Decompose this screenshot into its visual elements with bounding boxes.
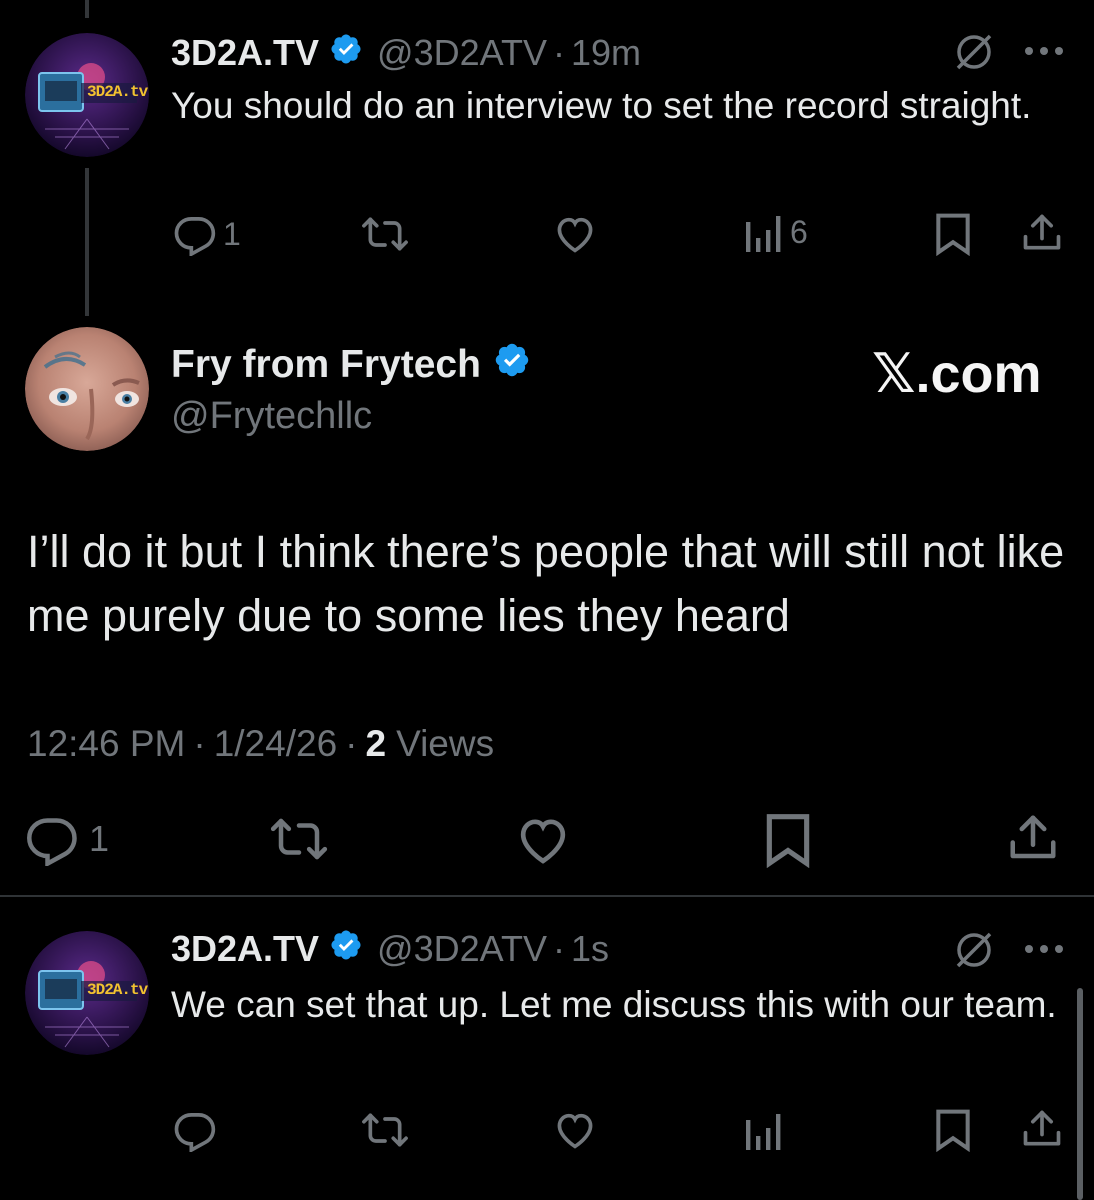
thread-line-middle (85, 168, 89, 316)
tweet-meta: 12:46 PM · 1/24/26 · 2 Views (27, 720, 494, 768)
main-tweet-header: Fry from Frytech (171, 340, 531, 390)
like-button[interactable] (552, 212, 598, 256)
reply-count: 1 (89, 818, 110, 859)
more-options-icon[interactable] (1022, 44, 1066, 63)
share-button[interactable] (1020, 1106, 1064, 1152)
heart-icon (520, 819, 566, 864)
retweet-button[interactable] (360, 212, 410, 256)
bookmark-button[interactable] (933, 1108, 973, 1152)
avatar-logo-text: 3D2A.tv (87, 83, 148, 101)
display-name[interactable]: 3D2A.TV (171, 32, 319, 74)
separator-dot: · (552, 928, 565, 969)
views-count: 6 (790, 213, 808, 250)
retweet-button[interactable] (268, 812, 330, 866)
separator-dot: · (345, 723, 358, 764)
verified-badge-icon (329, 928, 363, 971)
retweet-button[interactable] (360, 1108, 410, 1152)
reply-count: 1 (223, 215, 241, 252)
share-icon (1010, 815, 1056, 859)
views-button[interactable] (744, 1110, 784, 1150)
retweet-icon (362, 217, 408, 251)
like-button[interactable] (552, 1108, 598, 1152)
share-button[interactable] (1020, 210, 1064, 256)
tweet-header: 3D2A.TV @3D2ATV · 1s (171, 926, 609, 972)
reply-icon (27, 818, 77, 866)
heart-icon (557, 217, 593, 253)
bookmark-icon (936, 213, 970, 256)
reply-button[interactable] (173, 1108, 217, 1152)
more-options-icon[interactable] (1022, 942, 1066, 961)
timestamp[interactable]: 1s (571, 928, 609, 970)
x-com-watermark: 𝕏.com (872, 344, 1042, 404)
bookmark-icon (936, 1109, 970, 1152)
retweet-icon (362, 1113, 408, 1147)
tweet-text: We can set that up. Let me discuss this … (171, 984, 1057, 1025)
reply-icon (174, 217, 216, 256)
avatar-frytech[interactable] (25, 327, 149, 451)
share-icon (1023, 214, 1061, 250)
main-tweet-text: I’ll do it but I think there’s people th… (27, 526, 1065, 641)
bookmark-icon (766, 814, 810, 868)
bookmark-button[interactable] (933, 212, 973, 256)
avatar-logo-text: 3D2A.tv (87, 981, 148, 999)
verified-badge-icon (329, 32, 363, 75)
heart-icon (557, 1113, 593, 1149)
share-icon (1023, 1110, 1061, 1146)
like-button[interactable] (514, 812, 572, 868)
verified-badge-icon (493, 341, 531, 389)
views-label[interactable]: Views (396, 723, 494, 765)
tweet-header: 3D2A.TV @3D2ATV · 19m (171, 30, 641, 76)
bookmark-button[interactable] (764, 812, 812, 868)
divider (0, 895, 1094, 897)
tweet-text: You should do an interview to set the re… (171, 85, 1032, 126)
avatar-3d2atv[interactable]: 3D2A.tv (25, 33, 149, 157)
separator-dot: · (552, 32, 565, 73)
handle[interactable]: @3D2ATV (377, 32, 547, 74)
reply-button[interactable]: 1 (25, 812, 109, 866)
views-icon (746, 216, 781, 252)
retweet-icon (270, 818, 328, 860)
reply-button[interactable]: 1 (173, 212, 241, 256)
grok-icon[interactable] (952, 928, 996, 977)
views-button[interactable]: 6 (744, 212, 808, 252)
grok-icon[interactable] (952, 30, 996, 79)
share-button[interactable] (1006, 810, 1060, 866)
avatar-3d2atv[interactable]: 3D2A.tv (25, 931, 149, 1055)
handle[interactable]: @Frytechllc (171, 394, 372, 438)
views-count: 2 (365, 723, 387, 764)
display-name[interactable]: 3D2A.TV (171, 928, 319, 970)
separator-dot: · (193, 723, 206, 764)
reply-icon (174, 1113, 216, 1152)
display-name[interactable]: Fry from Frytech (171, 343, 481, 387)
thread-line-top (85, 0, 89, 18)
tweet-date[interactable]: 1/24/26 (214, 723, 337, 765)
scrollbar[interactable] (1077, 988, 1083, 1200)
views-icon (746, 1114, 781, 1150)
timestamp[interactable]: 19m (571, 32, 641, 74)
tweet-time[interactable]: 12:46 PM (27, 723, 185, 765)
handle[interactable]: @3D2ATV (377, 928, 547, 970)
